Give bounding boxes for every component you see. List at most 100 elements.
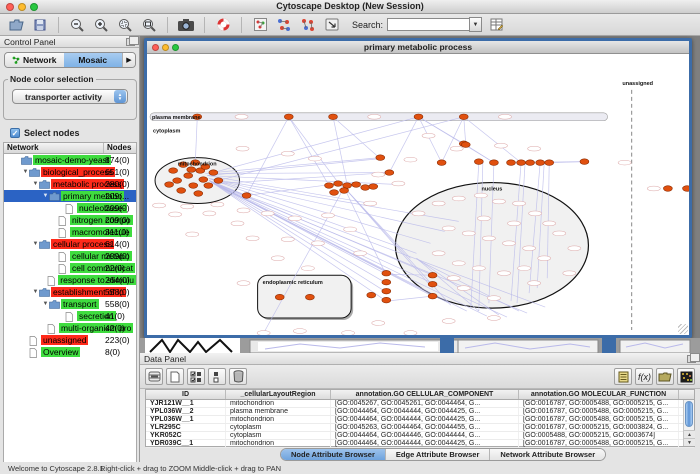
graph-node-label[interactable]: [563, 271, 576, 276]
import-network-icon[interactable]: [322, 16, 342, 34]
graph-node[interactable]: [352, 182, 361, 188]
graph-node-label[interactable]: [236, 146, 249, 151]
tree-row[interactable]: response to stimulu264(0): [4, 274, 136, 286]
graph-node-label[interactable]: [293, 329, 306, 334]
graph-node-label[interactable]: [477, 216, 490, 221]
graph-node[interactable]: [369, 184, 378, 190]
table-column-header[interactable]: annotation.GO MOLECULAR_FUNCTION: [519, 390, 679, 399]
graph-node-label[interactable]: [452, 261, 465, 266]
table-row[interactable]: YKR052Ccytoplasm[GO:0044464, GO:0044446,…: [146, 432, 694, 440]
graph-node-label[interactable]: [462, 231, 475, 236]
graph-node[interactable]: [663, 186, 672, 192]
attribute-table-icon[interactable]: [486, 16, 506, 34]
graph-node-label[interactable]: [538, 256, 551, 261]
tree-row[interactable]: ▼transport558(0): [4, 298, 136, 310]
attribute-select-icon[interactable]: [145, 368, 163, 385]
table-row[interactable]: YJR121W__1mitochondrion[GO:0045267, GO:0…: [146, 400, 694, 408]
graph-node-label[interactable]: [472, 266, 485, 271]
graph-node-label[interactable]: [452, 196, 465, 201]
vizmapper-edges-icon[interactable]: [298, 16, 318, 34]
graph-edge[interactable]: [389, 117, 418, 173]
graph-node[interactable]: [204, 183, 213, 189]
node-color-dropdown[interactable]: transporter activity ▲▼: [12, 89, 128, 104]
graph-node-label[interactable]: [186, 232, 199, 237]
graph-node-label[interactable]: [153, 203, 166, 208]
tree-row[interactable]: Overview8(0): [4, 346, 136, 358]
new-attribute-icon[interactable]: [166, 368, 184, 385]
tree-row[interactable]: macromolecule311(0): [4, 226, 136, 238]
tree-row[interactable]: mosaic-demo-yeast874(0): [4, 154, 136, 166]
graph-node-label[interactable]: [372, 172, 385, 177]
graph-node-label[interactable]: [321, 213, 334, 218]
graph-node[interactable]: [382, 297, 391, 303]
graph-node[interactable]: [461, 142, 470, 148]
graph-node-label[interactable]: [474, 193, 487, 198]
graph-node-label[interactable]: [647, 186, 660, 191]
graph-node-label[interactable]: [528, 146, 541, 151]
graph-node[interactable]: [194, 191, 203, 197]
graph-node-label[interactable]: [482, 236, 495, 241]
graph-node[interactable]: [437, 160, 446, 166]
search-dropdown-arrow-icon[interactable]: ▼: [469, 17, 482, 32]
vizmapper-nodes-icon[interactable]: [274, 16, 294, 34]
unselect-all-attributes-icon[interactable]: [208, 368, 226, 385]
graph-node[interactable]: [545, 160, 554, 166]
graph-node-label[interactable]: [257, 331, 270, 335]
select-all-attributes-icon[interactable]: [187, 368, 205, 385]
graph-node-label[interactable]: [354, 251, 367, 256]
graph-node-label[interactable]: [528, 281, 541, 286]
graph-node-label[interactable]: [271, 256, 284, 261]
tree-row[interactable]: ▼metabolic process280(0): [4, 178, 136, 190]
graph-edge[interactable]: [213, 117, 418, 173]
graph-node-label[interactable]: [181, 204, 194, 209]
table-row[interactable]: YPL036W__2plasma membrane[GO:0044464, GO…: [146, 408, 694, 416]
graph-node-label[interactable]: [246, 236, 259, 241]
table-column-header[interactable]: ID: [146, 390, 226, 399]
graph-node[interactable]: [305, 294, 314, 300]
graph-node-label[interactable]: [492, 199, 505, 204]
graph-node-label[interactable]: [487, 316, 500, 321]
graph-node[interactable]: [187, 167, 196, 173]
scroll-up-icon[interactable]: ▲: [684, 430, 695, 438]
graph-node-label[interactable]: [281, 237, 294, 242]
graph-node-label[interactable]: [308, 156, 321, 161]
graph-node[interactable]: [284, 114, 293, 120]
graph-edge[interactable]: [195, 117, 197, 164]
graph-node[interactable]: [580, 159, 589, 165]
graph-node-label[interactable]: [237, 208, 250, 213]
expander-icon[interactable]: ▼: [32, 241, 39, 247]
graph-node-label[interactable]: [447, 276, 460, 281]
graph-node[interactable]: [367, 292, 376, 298]
zoom-selected-icon[interactable]: [115, 16, 135, 34]
graph-node-label[interactable]: [301, 266, 314, 271]
graph-node[interactable]: [683, 186, 689, 192]
graph-node-label[interactable]: [432, 251, 445, 256]
graph-node-label[interactable]: [368, 114, 381, 119]
graph-node-label[interactable]: [364, 201, 377, 206]
graph-node[interactable]: [382, 279, 391, 285]
graph-node[interactable]: [361, 185, 370, 191]
help-icon[interactable]: [213, 16, 233, 34]
graph-node[interactable]: [517, 160, 526, 166]
expander-icon[interactable]: ▼: [32, 289, 39, 295]
graph-node[interactable]: [526, 160, 535, 166]
graph-node-label[interactable]: [502, 241, 515, 246]
tab-node-attribute-browser[interactable]: Node Attribute Browser: [281, 449, 386, 460]
graph-node-label[interactable]: [412, 211, 425, 216]
graph-edge[interactable]: [386, 296, 432, 301]
graph-node[interactable]: [428, 281, 437, 287]
graph-node[interactable]: [474, 159, 483, 165]
table-row[interactable]: YLR295Ccytoplasm[GO:0045263, GO:0044464,…: [146, 424, 694, 432]
graph-node[interactable]: [334, 181, 343, 187]
float-data-panel-icon[interactable]: [687, 355, 696, 363]
open-file-icon[interactable]: [6, 16, 26, 34]
graph-node[interactable]: [199, 177, 208, 183]
graph-node-label[interactable]: [404, 331, 417, 335]
graph-node[interactable]: [330, 190, 339, 196]
delete-attribute-icon[interactable]: [229, 368, 247, 385]
graph-node[interactable]: [376, 155, 385, 161]
graph-node-label[interactable]: [523, 246, 536, 251]
tree-row[interactable]: cell communicat22(0): [4, 262, 136, 274]
graph-node[interactable]: [414, 114, 423, 120]
tree-row[interactable]: nitrogen compo209(0): [4, 214, 136, 226]
